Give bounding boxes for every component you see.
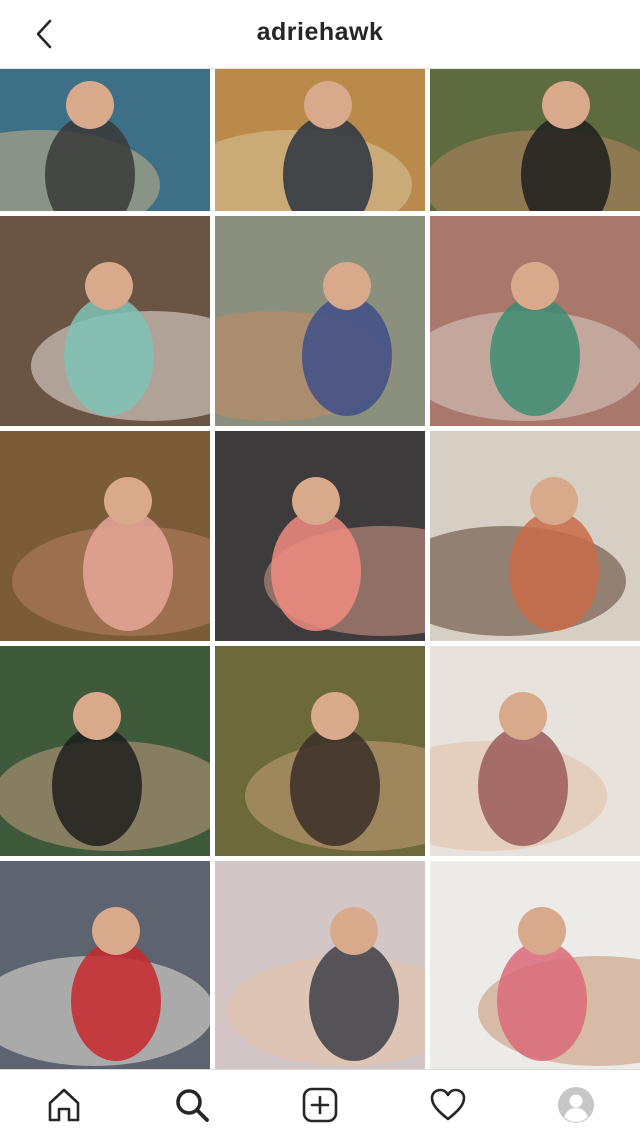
tab-profile[interactable] (544, 1077, 608, 1133)
bottom-tab-bar (0, 1069, 640, 1139)
post-lounge-chair[interactable] (215, 216, 425, 426)
post-photo (430, 69, 640, 211)
post-yoga-daughter[interactable] (0, 646, 210, 856)
post-holding-baby[interactable] (430, 69, 640, 211)
post-photo (0, 69, 210, 211)
post-blanket-fort[interactable] (0, 861, 210, 1069)
post-photo (430, 646, 640, 856)
add-post-icon (302, 1087, 338, 1122)
post-photo (0, 861, 210, 1069)
post-field-sunset[interactable] (215, 646, 425, 856)
avatar-icon (558, 1086, 594, 1123)
post-grid (0, 69, 640, 1069)
top-bar: adriehawk (0, 0, 640, 69)
post-photo (215, 861, 425, 1069)
post-couch-family[interactable] (0, 431, 210, 641)
tab-search[interactable] (160, 1077, 224, 1133)
post-photo (215, 69, 425, 211)
tab-home[interactable] (32, 1077, 96, 1133)
post-toddler-closeup[interactable] (215, 431, 425, 641)
post-hugging-kids[interactable] (0, 216, 210, 426)
search-icon (176, 1088, 209, 1122)
post-photo (430, 216, 640, 426)
post-newborn-blanket[interactable] (430, 646, 640, 856)
post-mirror-selfie[interactable] (430, 861, 640, 1069)
tab-new-post[interactable] (288, 1077, 352, 1133)
post-photo (0, 216, 210, 426)
post-photo (215, 216, 425, 426)
post-autumn-walk[interactable] (215, 69, 425, 211)
post-photo (215, 431, 425, 641)
post-photo (0, 646, 210, 856)
home-icon (48, 1088, 80, 1121)
post-photo (0, 431, 210, 641)
heart-icon (430, 1088, 466, 1120)
post-babies-pillows[interactable] (215, 861, 425, 1069)
post-dock-lake[interactable] (0, 69, 210, 211)
post-photo (430, 431, 640, 641)
post-photo (430, 861, 640, 1069)
tab-activity[interactable] (416, 1077, 480, 1133)
profile-username: adriehawk (256, 18, 384, 46)
post-siblings-bed[interactable] (430, 216, 640, 426)
post-wine-floor[interactable] (430, 431, 640, 641)
post-photo (215, 646, 425, 856)
